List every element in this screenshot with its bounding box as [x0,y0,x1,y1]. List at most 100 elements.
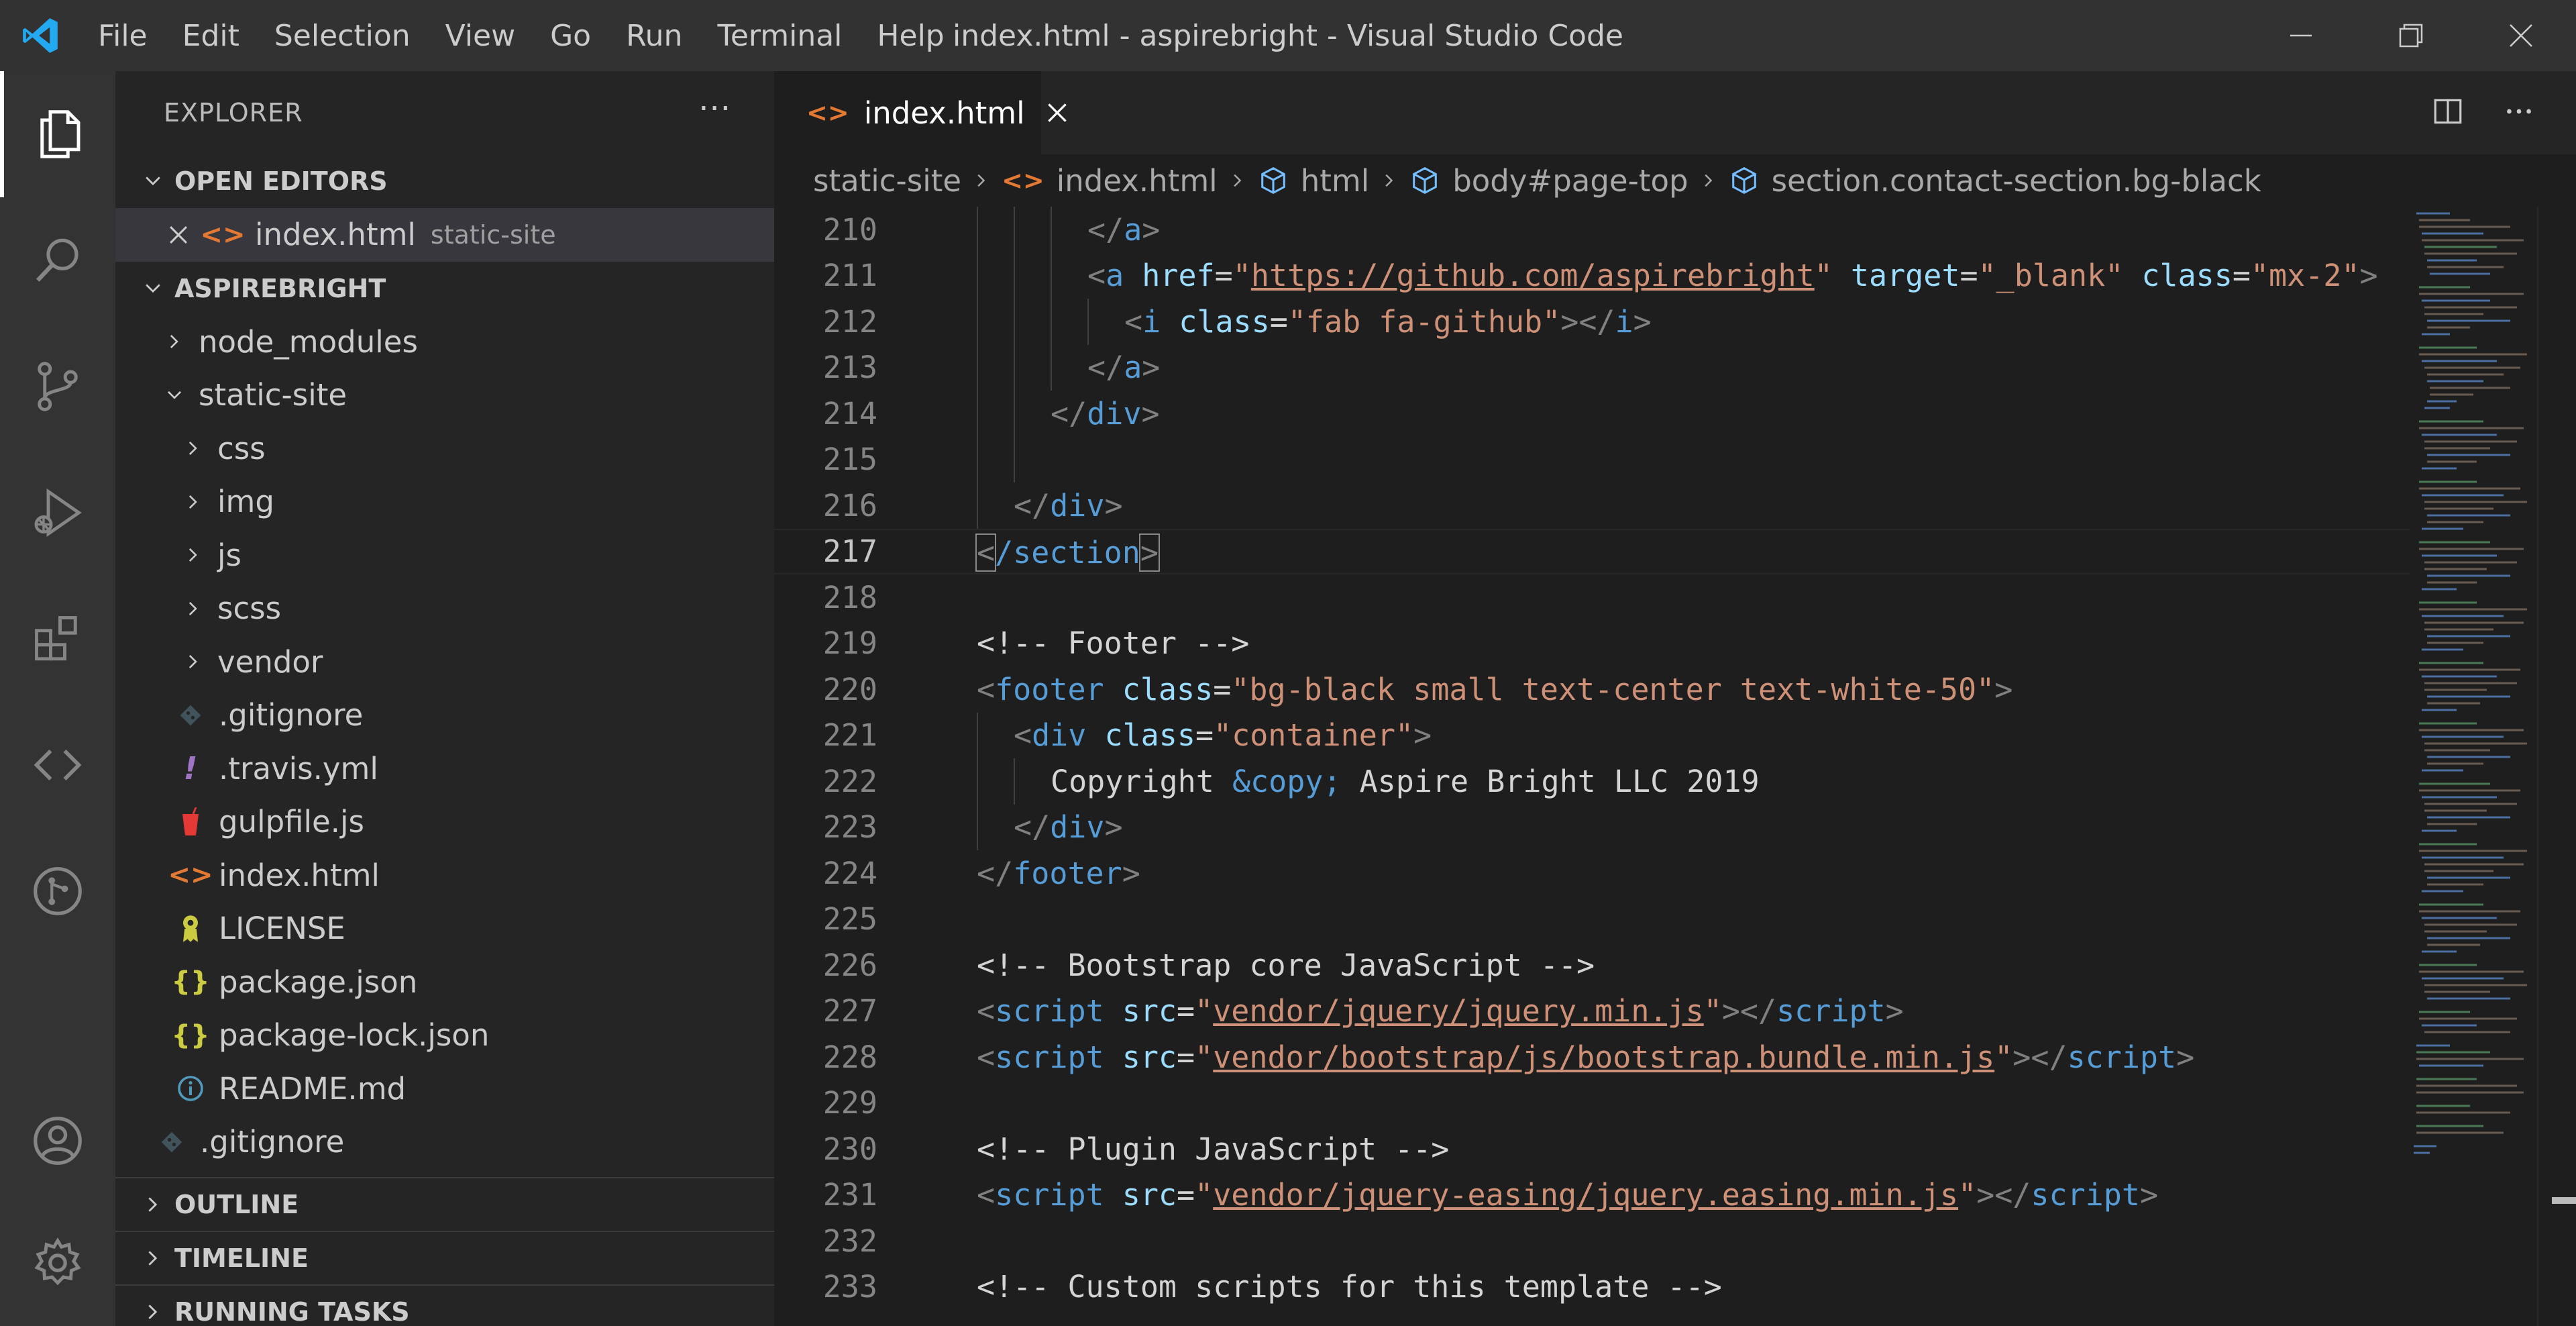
menu-view[interactable]: View [428,0,533,71]
menu-terminal[interactable]: Terminal [700,0,859,71]
code-line: 229 [774,1080,2410,1127]
activity-explorer[interactable] [0,71,115,197]
tree-item-static-site[interactable]: static-site [115,368,774,422]
section-timeline[interactable]: TIMELINE [115,1230,774,1284]
code-line: 212 < i class = "fab fa-github" ></i > [774,299,2410,345]
code-editor[interactable]: 210 </a > 211 < a href = " https://github.com… [774,207,2410,1326]
minimap[interactable] [2410,207,2537,1326]
code-link[interactable]: vendor/bootstrap/js/bootstrap.bundle.min… [1213,1039,1994,1075]
breadcrumb-item[interactable]: body#page-top [1452,163,1688,199]
code-line-current: 217 </section > [774,528,2410,574]
activity-search[interactable] [0,197,115,323]
license-icon [170,914,211,944]
code-link[interactable]: vendor/jquery/jquery.min.js [1213,993,1704,1029]
code-line: 224 </footer > [774,850,2410,897]
menu-edit[interactable]: Edit [165,0,257,71]
menu-bar: File Edit Selection View Go Run Terminal… [80,0,962,71]
activity-source-control[interactable] [0,323,115,450]
tree-item-index-html[interactable]: <> index.html [115,849,774,903]
tree-item-label: gulpfile.js [219,804,364,840]
activity-run-debug[interactable] [0,450,115,576]
minimap-preview [2414,212,2527,1154]
split-editor-icon[interactable] [2431,95,2465,131]
chevron-right-icon [973,172,989,189]
section-outline[interactable]: OUTLINE [115,1176,774,1231]
tree-item-vendor[interactable]: vendor [115,635,774,689]
more-actions-icon[interactable]: ··· [698,90,731,128]
line-number: 233 [822,1269,877,1305]
tree-item-scss[interactable]: scss [115,582,774,635]
line-number: 210 [822,211,877,248]
activity-manage[interactable] [0,1200,115,1326]
tree-item-img[interactable]: img [115,475,774,529]
code-line: 220 < footer class = "bg-black small text-c… [774,666,2410,713]
minimize-button[interactable] [2246,0,2356,71]
explorer-sidebar: EXPLORER ··· OPEN EDITORS <> index.html … [115,71,774,1326]
close-editor-icon[interactable] [165,223,192,246]
code-link[interactable]: https://github.com/aspirebright [1251,258,1815,293]
tree-item-node-modules[interactable]: node_modules [115,315,774,369]
tree-item-label: package.json [219,964,418,1000]
tree-item-package-lock-json[interactable]: {} package-lock.json [115,1009,774,1062]
tree-item-label: js [217,537,241,573]
activity-git-graph[interactable] [0,828,115,954]
tree-item-js[interactable]: js [115,529,774,582]
menu-run[interactable]: Run [608,0,700,71]
menu-help[interactable]: Help [859,0,961,71]
tree-item-package-json[interactable]: {} package.json [115,956,774,1009]
line-number: 231 [822,1177,877,1213]
code-line: 233 <!-- Custom scripts for this templat… [774,1264,2410,1311]
section-aspirebright[interactable]: ASPIREBRIGHT [115,262,774,315]
line-number: 224 [822,855,877,891]
tree-item-label: static-site [199,377,347,413]
restore-button[interactable] [2356,0,2466,71]
activity-remote-explorer[interactable] [0,702,115,828]
menu-go[interactable]: Go [533,0,608,71]
code-link[interactable]: vendor/jquery-easing/jquery.easing.min.j… [1213,1177,1958,1213]
section-open-editors[interactable]: OPEN EDITORS [115,154,774,208]
tree-item-license[interactable]: LICENSE [115,902,774,956]
open-editor-name: index.html [255,217,416,253]
activity-extensions[interactable] [0,576,115,702]
activity-accounts[interactable] [0,1078,115,1204]
line-number: 226 [822,947,877,983]
open-editor-item[interactable]: <> index.html static-site [115,208,774,262]
code-line: 218 [774,574,2410,621]
code-line: 216 </div > [774,482,2410,529]
tree-item-readme-md[interactable]: README.md [115,1062,774,1116]
tree-item-label: .gitignore [219,697,364,733]
editor-actions [2431,71,2536,154]
tab-index-html[interactable]: <> index.html [774,71,1067,154]
breadcrumb-item[interactable]: static-site [813,163,961,199]
git-graph-icon [34,867,82,915]
manage-gear-icon [34,1237,81,1286]
tree-item-travis-yml[interactable]: ! .travis.yml [115,742,774,796]
info-icon [170,1075,211,1102]
more-actions-icon[interactable] [2502,95,2536,131]
menu-file[interactable]: File [80,0,165,71]
section-running-tasks[interactable]: RUNNING TASKS [115,1284,774,1326]
tree-item-root-gitignore[interactable]: .gitignore [115,1115,774,1169]
tree-item-gitignore[interactable]: .gitignore [115,688,774,742]
tree-item-gulpfile-js[interactable]: gulpfile.js [115,795,774,849]
code-line: 225 [774,897,2410,943]
code-line: 210 </a > [774,207,2410,253]
tree-item-css[interactable]: css [115,422,774,476]
line-number: 222 [822,763,877,799]
git-icon [152,1131,192,1154]
gulp-icon [170,807,211,837]
breadcrumb-item[interactable]: index.html [1057,163,1218,199]
symbol-element-icon [1409,165,1440,196]
chevron-right-icon [180,440,207,457]
close-window-button[interactable] [2466,0,2576,71]
vertical-scrollbar[interactable] [2537,207,2576,1326]
line-number: 212 [822,303,877,340]
menu-selection[interactable]: Selection [257,0,428,71]
breadcrumb-item[interactable]: html [1301,163,1370,199]
line-number: 220 [822,671,877,707]
bracket-match: < [975,533,997,572]
breadcrumb-item[interactable]: section.contact-section.bg-black [1772,163,2261,199]
close-tab-icon[interactable] [1045,101,1069,125]
chevron-right-icon [161,333,188,350]
restore-icon [2399,23,2423,48]
